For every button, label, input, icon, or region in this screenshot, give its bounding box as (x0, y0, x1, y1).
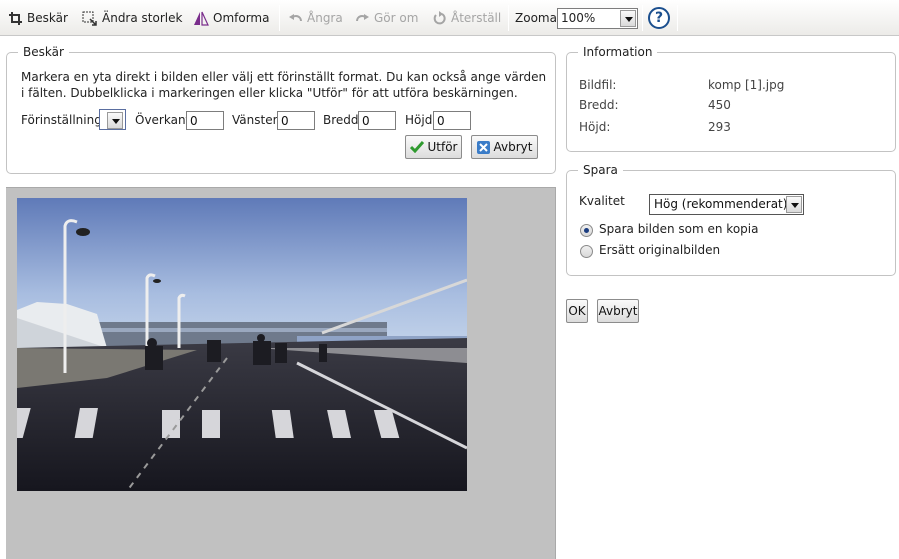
resize-icon (82, 11, 97, 26)
image-canvas[interactable] (6, 187, 556, 559)
info-height-value: 293 (708, 120, 731, 134)
reset-icon (433, 10, 446, 24)
crop-instructions: Markera en yta direkt i bilden eller väl… (21, 70, 547, 100)
information-legend: Information (578, 45, 658, 59)
chevron-down-icon[interactable] (620, 10, 636, 27)
top-input[interactable] (186, 111, 224, 130)
save-copy-label[interactable]: Spara bilden som en kopia (599, 222, 758, 236)
crop-panel: Beskär Markera en yta direkt i bilden el… (6, 45, 556, 174)
help-icon[interactable]: ? (648, 7, 670, 29)
save-copy-radio[interactable] (580, 224, 593, 237)
crop-tool-button[interactable]: Beskär (8, 8, 68, 28)
crop-legend: Beskär (18, 45, 69, 59)
zoom-select[interactable]: 100% (557, 8, 638, 29)
width-label: Bredd (323, 113, 359, 127)
reset-label: Återställ (451, 11, 502, 25)
cancel-button[interactable]: Avbryt (597, 299, 639, 323)
zoom-value: 100% (561, 11, 596, 25)
information-panel: Information Bildfil: komp [1].jpg Bredd:… (566, 45, 896, 152)
info-filename-value: komp [1].jpg (708, 78, 785, 92)
chevron-down-icon[interactable] (786, 196, 802, 213)
info-width-label: Bredd: (579, 98, 619, 112)
apply-button[interactable]: Utför (405, 135, 462, 159)
info-height-label: Höjd: (579, 120, 611, 134)
preset-select[interactable] (99, 109, 126, 130)
crop-tool-label: Beskär (27, 11, 68, 25)
redo-label: Gör om (374, 11, 419, 25)
transform-tool-label: Omforma (213, 11, 270, 25)
undo-button[interactable]: Ångra (288, 8, 343, 28)
zoom-label: Zooma (515, 11, 557, 25)
left-input[interactable] (277, 111, 315, 130)
width-input[interactable] (358, 111, 396, 130)
photo-image (17, 198, 467, 491)
transform-tool-button[interactable]: Omforma (193, 8, 269, 28)
replace-original-radio[interactable] (580, 245, 593, 258)
check-icon (409, 141, 424, 153)
replace-original-label[interactable]: Ersätt originalbilden (599, 243, 720, 257)
height-label: Höjd (405, 113, 433, 127)
redo-icon (356, 13, 369, 21)
quality-select[interactable]: Hög (rekommenderat) (649, 194, 804, 215)
preset-label: Förinställning (21, 113, 102, 127)
crop-cancel-button[interactable]: Avbryt (471, 135, 538, 159)
reset-button[interactable]: Återställ (432, 8, 501, 28)
resize-tool-button[interactable]: Ändra storlek (82, 8, 182, 28)
height-input[interactable] (433, 111, 471, 130)
save-legend: Spara (578, 163, 623, 177)
ok-button[interactable]: OK (566, 299, 588, 323)
quality-label: Kvalitet (579, 194, 625, 208)
info-width-value: 450 (708, 98, 731, 112)
cancel-x-icon (476, 140, 490, 154)
save-panel: Spara Kvalitet Hög (rekommenderat) Spara… (566, 163, 896, 276)
crop-cancel-label: Avbryt (493, 140, 533, 154)
left-label: Vänster (232, 113, 278, 127)
resize-tool-label: Ändra storlek (102, 11, 183, 25)
apply-label: Utför (427, 140, 458, 154)
chevron-down-icon[interactable] (107, 112, 123, 129)
photo-preview[interactable] (17, 198, 467, 491)
info-filename-label: Bildfil: (579, 78, 617, 92)
undo-label: Ångra (307, 11, 343, 25)
crop-icon (9, 11, 22, 25)
transform-icon (194, 11, 209, 26)
undo-icon (289, 13, 302, 21)
top-label: Överkant (135, 113, 191, 127)
redo-button[interactable]: Gör om (355, 8, 418, 28)
toolbar: Beskär Ändra storlek Omforma Ångra Gör o… (0, 0, 899, 36)
quality-value: Hög (rekommenderat) (654, 197, 788, 211)
